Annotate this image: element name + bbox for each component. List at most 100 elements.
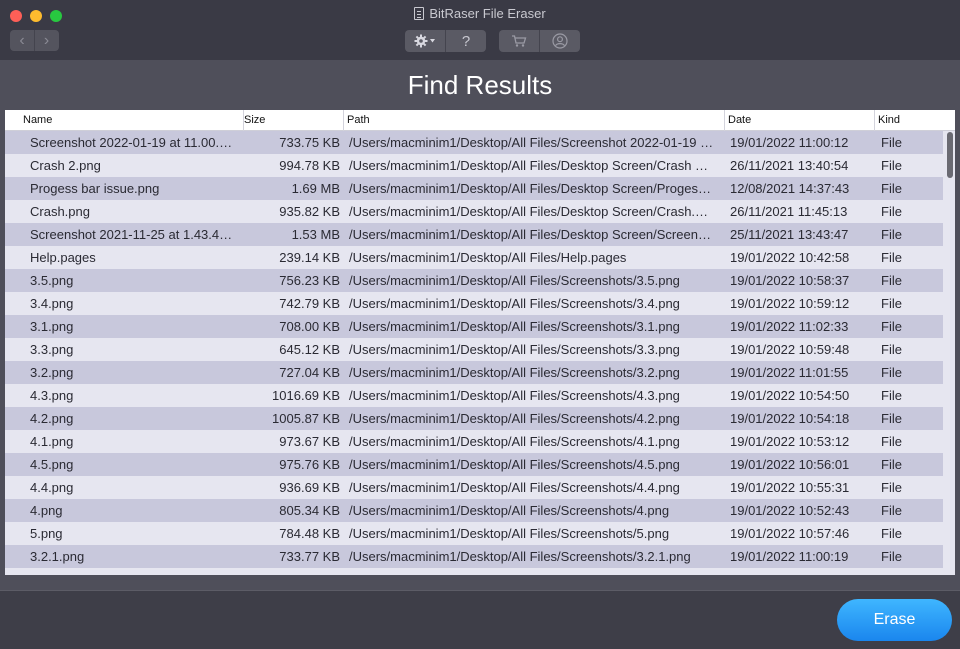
table-row[interactable]: 3.4.png 742.79 KB/Users/macminim1/Desktop… bbox=[5, 292, 943, 315]
cell-name: Screenshot 2022-01-19 at 11.00.… bbox=[30, 135, 233, 150]
back-button[interactable]: ‹ bbox=[10, 30, 34, 51]
cell-date: 25/11/2021 13:43:47 bbox=[730, 227, 849, 242]
store-account-group bbox=[499, 30, 580, 52]
table-row[interactable]: 4.1.png 973.67 KB/Users/macminim1/Desktop… bbox=[5, 430, 943, 453]
column-header-kind[interactable]: Kind bbox=[875, 110, 955, 131]
cell-kind: File bbox=[881, 411, 902, 426]
cell-date: 26/11/2021 11:45:13 bbox=[730, 204, 848, 219]
cell-path: /Users/macminim1/Desktop/All Files/Deskt… bbox=[349, 204, 709, 219]
table-row[interactable]: Screenshot 2022-01-19 at 11.00.… 733.75 K… bbox=[5, 131, 943, 154]
cell-path: /Users/macminim1/Desktop/All Files/Scree… bbox=[349, 480, 680, 495]
cell-name: 4.2.png bbox=[30, 411, 74, 426]
table-row[interactable]: 3.2.png 727.04 KB/Users/macminim1/Desktop… bbox=[5, 361, 943, 384]
cell-kind: File bbox=[881, 549, 902, 564]
cell-date: 19/01/2022 10:55:31 bbox=[730, 480, 850, 495]
cell-name: 3.1.png bbox=[30, 319, 74, 334]
table-header: Name Size Path Date Kind bbox=[5, 110, 955, 131]
cell-size: 975.76 KB bbox=[279, 457, 340, 472]
cell-date: 19/01/2022 10:54:18 bbox=[730, 411, 850, 426]
results-table: Name Size Path Date Kind Screenshot 2022… bbox=[5, 110, 955, 575]
cart-button[interactable] bbox=[499, 30, 539, 52]
column-header-path[interactable]: Path bbox=[344, 110, 725, 131]
cell-size: 733.77 KB bbox=[279, 549, 340, 564]
cell-path: /Users/macminim1/Desktop/All Files/Scree… bbox=[349, 549, 691, 564]
forward-button[interactable]: › bbox=[34, 30, 58, 51]
account-button[interactable] bbox=[539, 30, 579, 52]
cell-date: 19/01/2022 10:57:46 bbox=[730, 526, 850, 541]
table-row[interactable]: Crash 2.png 994.78 KB/Users/macminim1/Des… bbox=[5, 154, 943, 177]
erase-button[interactable]: Erase bbox=[837, 599, 952, 641]
cell-name: 4.4.png bbox=[30, 480, 74, 495]
page-title: Find Results bbox=[407, 70, 553, 100]
cell-name: 3.3.png bbox=[30, 342, 74, 357]
cell-date: 19/01/2022 10:56:01 bbox=[730, 457, 850, 472]
cell-date: 19/01/2022 10:59:12 bbox=[730, 296, 850, 311]
table-row[interactable]: 3.5.png 756.23 KB/Users/macminim1/Desktop… bbox=[5, 269, 943, 292]
settings-menu-button[interactable] bbox=[405, 30, 445, 52]
cell-name: 4.1.png bbox=[30, 434, 74, 449]
cell-kind: File bbox=[881, 158, 902, 173]
cell-name: 3.2.png bbox=[30, 365, 74, 380]
table-row[interactable]: Help.pages 239.14 KB/Users/macminim1/Desk… bbox=[5, 246, 943, 269]
cell-path: /Users/macminim1/Desktop/All Files/Scree… bbox=[349, 388, 680, 403]
cell-kind: File bbox=[881, 480, 902, 495]
cell-size: 805.34 KB bbox=[279, 503, 340, 518]
cell-date: 19/01/2022 10:58:37 bbox=[730, 273, 850, 288]
table-row[interactable]: 4.3.png 1016.69 KB/Users/macminim1/Deskto… bbox=[5, 384, 943, 407]
cell-path: /Users/macminim1/Desktop/All Files/Help.… bbox=[349, 250, 627, 265]
chevron-right-icon: › bbox=[43, 31, 50, 49]
table-row[interactable]: 4.png 805.34 KB/Users/macminim1/Desktop/A… bbox=[5, 499, 943, 522]
cell-path: /Users/macminim1/Desktop/All Files/Scree… bbox=[349, 411, 680, 426]
cell-size: 784.48 KB bbox=[279, 526, 340, 541]
cell-size: 935.82 KB bbox=[279, 204, 340, 219]
table-row[interactable]: Progess bar issue.png 1.69 MB/Users/macmi… bbox=[5, 177, 943, 200]
cell-size: 1005.87 KB bbox=[272, 411, 340, 426]
cell-path: /Users/macminim1/Desktop/All Files/Scree… bbox=[349, 365, 680, 380]
table-row[interactable]: 4.2.png 1005.87 KB/Users/macminim1/Deskto… bbox=[5, 407, 943, 430]
cell-size: 756.23 KB bbox=[279, 273, 340, 288]
cell-kind: File bbox=[881, 388, 902, 403]
table-row[interactable]: 3.3.png 645.12 KB/Users/macminim1/Desktop… bbox=[5, 338, 943, 361]
table-row[interactable]: 5.png 784.48 KB/Users/macminim1/Desktop/A… bbox=[5, 522, 943, 545]
cell-size: 1016.69 KB bbox=[272, 388, 340, 403]
table-row[interactable]: 4.5.png 975.76 KB/Users/macminim1/Desktop… bbox=[5, 453, 943, 476]
navigation-group: ‹ › bbox=[10, 30, 59, 51]
cell-path: /Users/macminim1/Desktop/All Files/Scree… bbox=[349, 503, 670, 518]
cell-kind: File bbox=[881, 273, 902, 288]
table-row[interactable]: 4.4.png 936.69 KB/Users/macminim1/Desktop… bbox=[5, 476, 943, 499]
column-header-size[interactable]: Size bbox=[244, 110, 344, 131]
gear-icon bbox=[414, 34, 435, 48]
cell-size: 239.14 KB bbox=[279, 250, 340, 265]
cell-date: 19/01/2022 11:00:12 bbox=[730, 135, 849, 150]
vertical-scrollbar[interactable] bbox=[947, 132, 953, 178]
title-bar: BitRaser File Eraser ‹ › ? bbox=[0, 0, 960, 60]
cell-path: /Users/macminim1/Desktop/All Files/Scree… bbox=[349, 434, 680, 449]
cart-icon bbox=[512, 35, 527, 47]
document-icon bbox=[414, 7, 425, 20]
footer-bar bbox=[0, 590, 960, 649]
cell-size: 994.78 KB bbox=[279, 158, 340, 173]
table-row[interactable]: Crash.png 935.82 KB/Users/macminim1/Deskt… bbox=[5, 200, 943, 223]
cell-path: /Users/macminim1/Desktop/All Files/Deskt… bbox=[349, 158, 709, 173]
cell-kind: File bbox=[881, 227, 902, 242]
table-row[interactable]: 3.1.png 708.00 KB/Users/macminim1/Desktop… bbox=[5, 315, 943, 338]
table-row[interactable]: Screenshot 2021-11-25 at 1.43.4… 1.53 MB /… bbox=[5, 223, 943, 246]
column-header-date[interactable]: Date bbox=[725, 110, 875, 131]
cell-date: 19/01/2022 11:01:55 bbox=[730, 365, 849, 380]
table-body: Screenshot 2022-01-19 at 11.00.… 733.75 K… bbox=[5, 131, 943, 568]
cell-name: Progess bar issue.png bbox=[30, 181, 160, 196]
table-row[interactable]: 3.2.1.png 733.77 KB/Users/macminim1/Deskt… bbox=[5, 545, 943, 568]
cell-path: /Users/macminim1/Desktop/All Files/Scree… bbox=[349, 135, 714, 150]
cell-date: 19/01/2022 10:53:12 bbox=[730, 434, 850, 449]
cell-path: /Users/macminim1/Desktop/All Files/Scree… bbox=[349, 457, 680, 472]
cell-date: 19/01/2022 11:02:33 bbox=[730, 319, 849, 334]
cell-name: 4.3.png bbox=[30, 388, 74, 403]
column-header-name[interactable]: Name bbox=[5, 110, 244, 131]
cell-name: 5.png bbox=[30, 526, 63, 541]
help-button[interactable]: ? bbox=[445, 30, 486, 52]
cell-size: 645.12 KB bbox=[279, 342, 340, 357]
cell-kind: File bbox=[881, 296, 902, 311]
chevron-left-icon: ‹ bbox=[19, 31, 25, 49]
cell-kind: File bbox=[881, 204, 902, 219]
help-icon: ? bbox=[461, 32, 471, 50]
